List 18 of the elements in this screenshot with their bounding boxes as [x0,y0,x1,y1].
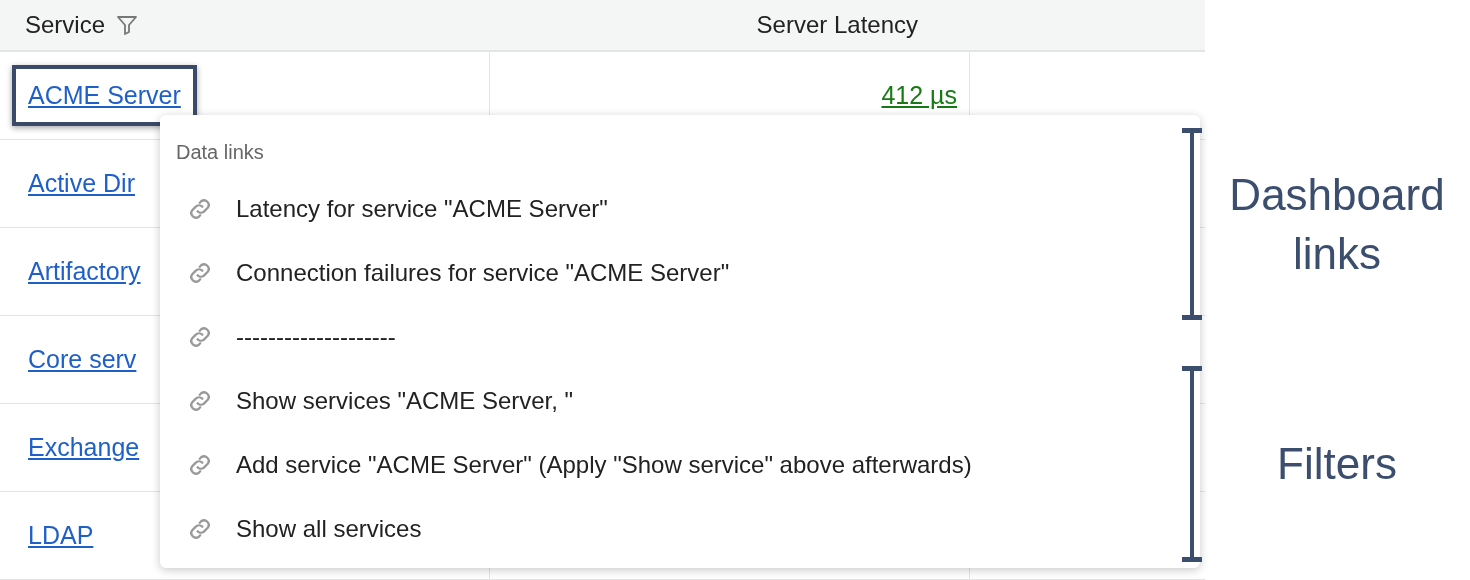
service-link[interactable]: Active Dir [12,152,151,215]
menu-item[interactable]: Add service "ACME Server" (Apply "Show service" above afterwards) [176,433,1184,497]
menu-item[interactable]: -------------------- [176,305,1184,369]
menu-item[interactable]: Show services "ACME Server, " [176,369,1184,433]
menu-item[interactable]: Connection failures for service "ACME Server" [176,241,1184,305]
service-link[interactable]: Core serv [12,328,153,391]
menu-item[interactable]: Latency for service "ACME Server" [176,177,1184,241]
column-header: Service [25,10,106,40]
service-link[interactable]: Exchange [12,416,156,479]
column-header: Server Latency [756,11,918,38]
filter-icon[interactable] [115,13,140,37]
service-link[interactable]: Artifactory [12,240,157,303]
annotation-label: Dashboard links [1228,168,1446,280]
latency-link[interactable]: 412 µs [881,76,957,115]
menu-item[interactable]: Show all services [176,497,1184,561]
service-link[interactable]: LDAP [12,504,110,567]
menu-heading: Data links [176,140,265,165]
annotation-label: Filters [1276,438,1398,491]
